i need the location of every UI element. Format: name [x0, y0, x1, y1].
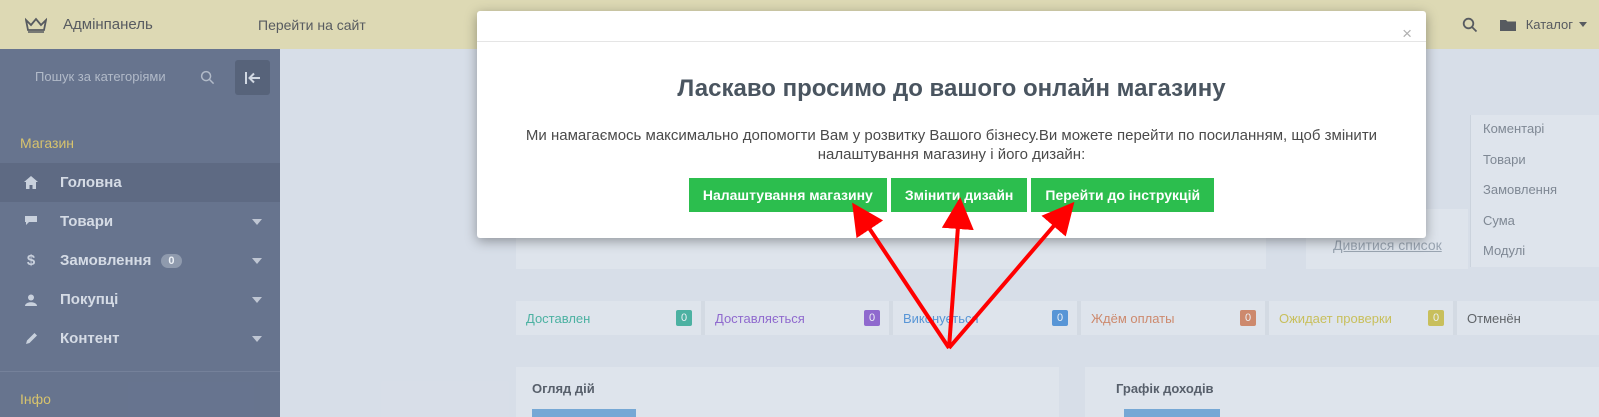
go-to-instructions-button[interactable]: Перейти до інструкцій [1031, 178, 1215, 212]
store-settings-button[interactable]: Налаштування магазину [688, 178, 887, 212]
change-design-button[interactable]: Змінити дизайн [890, 178, 1028, 212]
modal-title: Ласкаво просимо до вашого онлайн магазин… [677, 75, 1226, 102]
modal-text: Ми намагаємось максимально допомогти Вам… [525, 127, 1378, 163]
close-icon[interactable]: × [1402, 25, 1412, 42]
modal-buttons: Налаштування магазину Змінити дизайн Пер… [477, 178, 1426, 212]
welcome-modal: × Ласкаво просимо до вашого онлайн магаз… [477, 11, 1426, 238]
modal-header-divider [477, 41, 1426, 42]
